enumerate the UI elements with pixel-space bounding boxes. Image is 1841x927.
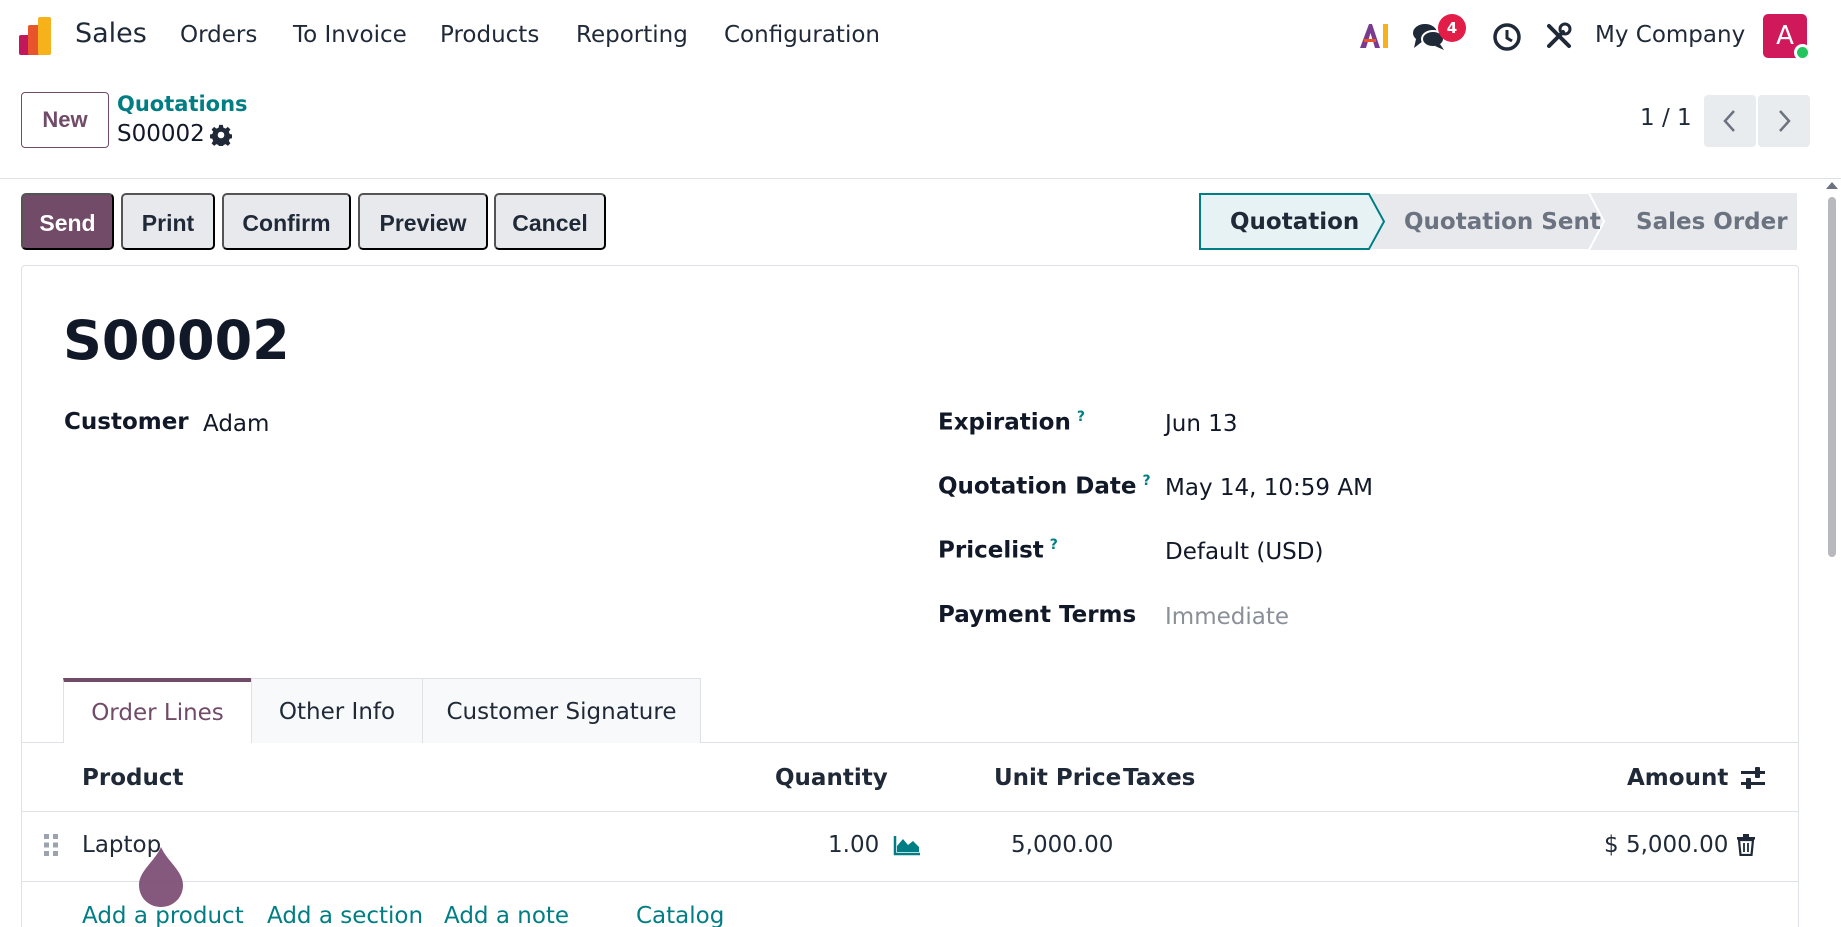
table-row-divider bbox=[21, 881, 1799, 882]
vertical-scrollbar[interactable] bbox=[1828, 197, 1836, 557]
menu-products[interactable]: Products bbox=[440, 22, 539, 48]
tab-customer-signature[interactable]: Customer Signature bbox=[422, 678, 701, 743]
pointer-marker-icon bbox=[139, 847, 183, 907]
scroll-up-arrow-icon[interactable] bbox=[1826, 182, 1838, 189]
drag-handle-icon[interactable] bbox=[43, 833, 59, 857]
confirm-button[interactable]: Confirm bbox=[222, 193, 351, 250]
menu-reporting[interactable]: Reporting bbox=[576, 22, 688, 48]
send-button[interactable]: Send bbox=[21, 193, 114, 250]
add-note-link[interactable]: Add a note bbox=[444, 903, 569, 927]
column-header-quantity[interactable]: Quantity bbox=[775, 765, 888, 791]
trash-icon[interactable] bbox=[1736, 834, 1756, 856]
menu-orders[interactable]: Orders bbox=[180, 22, 257, 48]
pager-value[interactable]: 1 / 1 bbox=[1640, 105, 1692, 131]
pricelist-help-icon[interactable]: ? bbox=[1050, 537, 1058, 553]
catalog-button[interactable]: Catalog bbox=[636, 903, 724, 927]
gear-icon[interactable] bbox=[210, 124, 232, 146]
line-amount: $ 5,000.00 bbox=[1604, 832, 1729, 858]
record-title: S00002 bbox=[63, 309, 290, 372]
status-bar: Quotation Quotation Sent Sales Order bbox=[1199, 193, 1797, 250]
tab-order-lines[interactable]: Order Lines bbox=[63, 678, 252, 743]
payment-terms-field[interactable]: Immediate bbox=[1165, 604, 1289, 630]
pager-previous-button[interactable] bbox=[1704, 95, 1756, 147]
cancel-button[interactable]: Cancel bbox=[494, 193, 606, 250]
online-status-dot bbox=[1794, 44, 1811, 61]
control-panel-divider bbox=[0, 178, 1841, 179]
pricelist-field[interactable]: Default (USD) bbox=[1165, 539, 1323, 565]
optional-columns-toggle-icon[interactable] bbox=[1740, 766, 1766, 790]
print-button[interactable]: Print bbox=[121, 193, 215, 250]
customer-label: Customer bbox=[64, 409, 189, 435]
line-quantity[interactable]: 1.00 bbox=[828, 832, 879, 858]
quotation-date-help-icon[interactable]: ? bbox=[1143, 473, 1151, 489]
menu-to-invoice[interactable]: To Invoice bbox=[293, 22, 407, 48]
debug-tools-icon[interactable] bbox=[1545, 22, 1573, 50]
pager-next-button[interactable] bbox=[1758, 95, 1810, 147]
customer-field[interactable]: Adam bbox=[203, 411, 269, 437]
chevron-left-icon bbox=[1723, 110, 1735, 132]
sales-app-logo-icon[interactable] bbox=[19, 17, 59, 55]
status-stage-sales-order[interactable]: Sales Order bbox=[1636, 209, 1788, 235]
messages-count-badge: 4 bbox=[1438, 14, 1466, 42]
chevron-right-icon bbox=[1779, 110, 1791, 132]
table-header-divider bbox=[21, 811, 1799, 812]
status-stage-quotation-sent[interactable]: Quotation Sent bbox=[1404, 209, 1601, 235]
column-header-product[interactable]: Product bbox=[82, 765, 183, 791]
breadcrumb-current: S00002 bbox=[117, 121, 205, 147]
company-switcher[interactable]: My Company bbox=[1595, 22, 1745, 48]
payment-terms-label: Payment Terms bbox=[938, 602, 1137, 628]
column-header-amount[interactable]: Amount bbox=[1627, 765, 1728, 791]
ai-icon[interactable] bbox=[1358, 22, 1390, 50]
column-header-unit-price[interactable]: Unit Price bbox=[994, 765, 1121, 791]
column-header-taxes[interactable]: Taxes bbox=[1123, 765, 1195, 791]
pricelist-label: Pricelist? bbox=[938, 537, 1058, 564]
forecast-chart-icon[interactable] bbox=[893, 834, 921, 856]
quotation-date-field[interactable]: May 14, 10:59 AM bbox=[1165, 475, 1373, 501]
line-unit-price[interactable]: 5,000.00 bbox=[1011, 832, 1113, 858]
quotation-date-label: Quotation Date? bbox=[938, 473, 1151, 500]
new-button[interactable]: New bbox=[21, 92, 109, 148]
breadcrumb-quotations[interactable]: Quotations bbox=[117, 92, 248, 116]
add-section-link[interactable]: Add a section bbox=[267, 903, 423, 927]
expiration-label: Expiration? bbox=[938, 409, 1085, 436]
expiration-field[interactable]: Jun 13 bbox=[1165, 411, 1238, 437]
activity-clock-icon[interactable] bbox=[1492, 22, 1522, 52]
expiration-help-icon[interactable]: ? bbox=[1077, 409, 1085, 425]
menu-configuration[interactable]: Configuration bbox=[724, 22, 880, 48]
app-name[interactable]: Sales bbox=[75, 18, 147, 49]
top-navbar: Sales Orders To Invoice Products Reporti… bbox=[0, 0, 1841, 74]
preview-button[interactable]: Preview bbox=[358, 193, 488, 250]
status-stage-quotation[interactable]: Quotation bbox=[1230, 209, 1359, 235]
tab-other-info[interactable]: Other Info bbox=[251, 678, 423, 743]
